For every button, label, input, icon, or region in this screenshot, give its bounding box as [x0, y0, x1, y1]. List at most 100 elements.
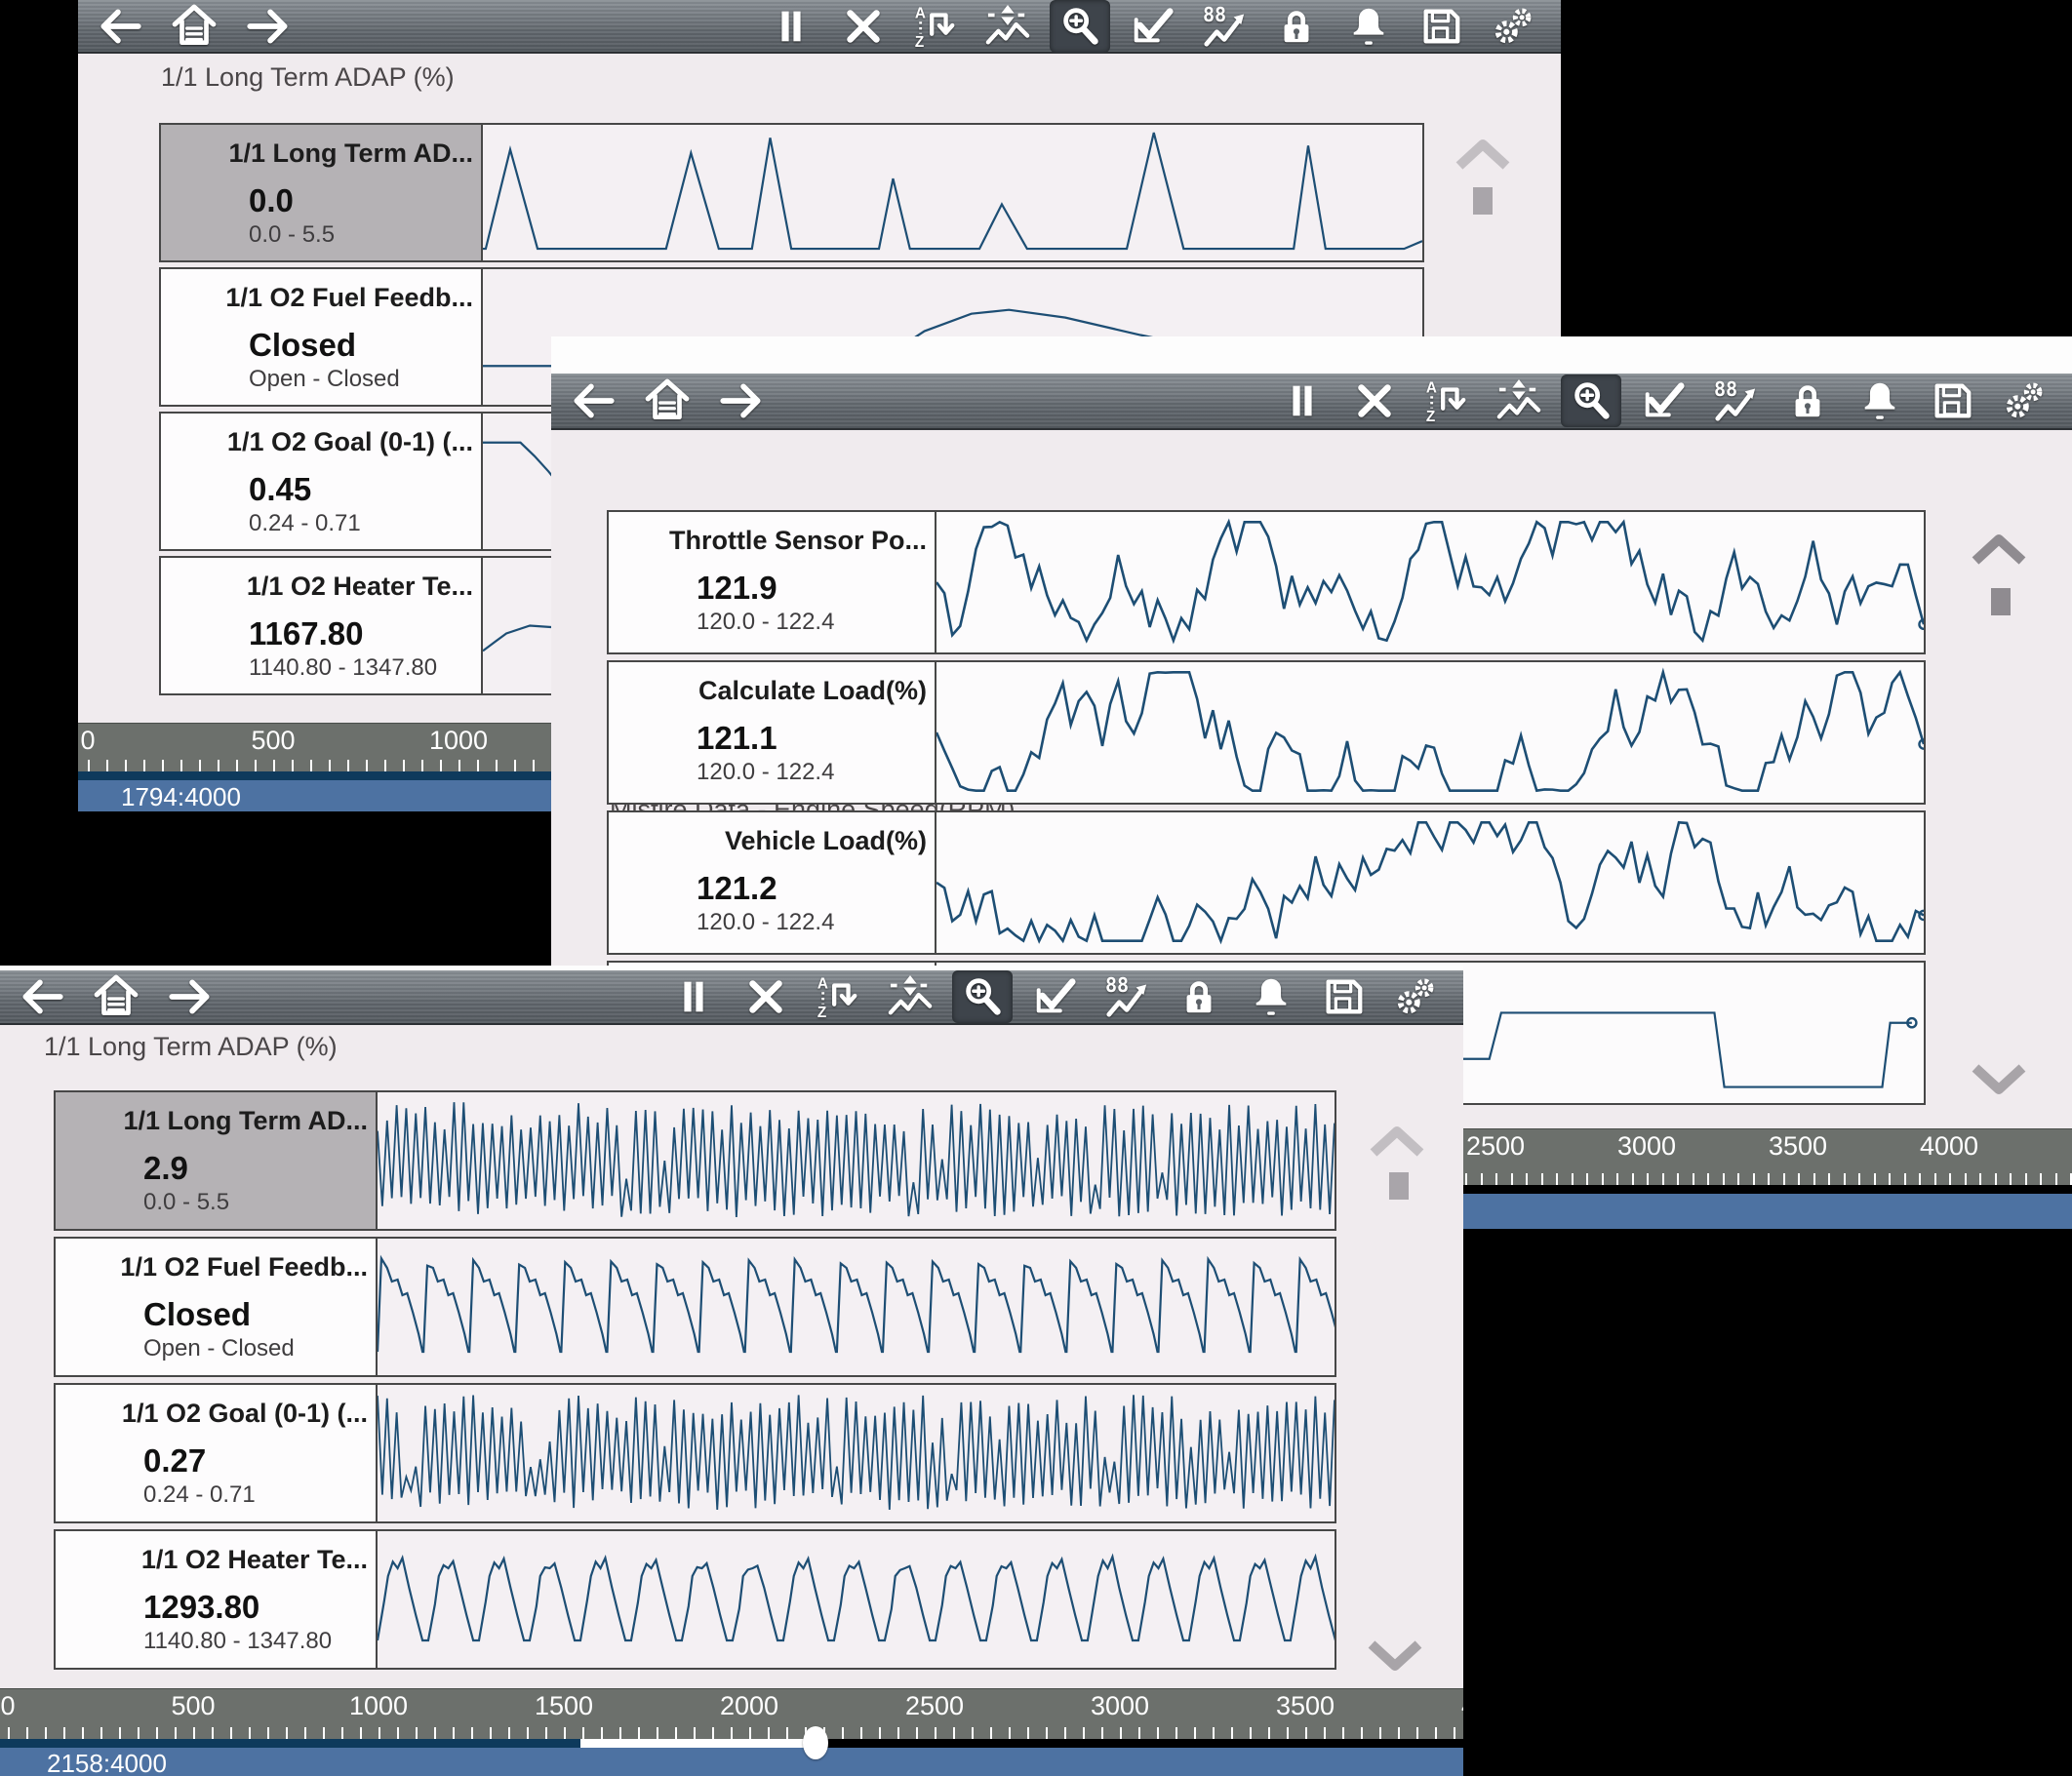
forward-icon[interactable]: [162, 972, 219, 1021]
track-played-segment: [0, 1739, 580, 1748]
parameter-value: 1293.80: [143, 1589, 368, 1626]
parameter-label: 1/1 Long Term AD...: [69, 1106, 368, 1136]
window-long-term-adap-bottom: AZ 88 1/1 Long Term ADAP (%) 1/1 Long Ter…: [0, 966, 1463, 1776]
parameter-label: 1/1 O2 Goal (0-1) (...: [69, 1399, 368, 1429]
parameter-tile[interactable]: 1/1 O2 Heater Te...1167.801140.80 - 1347…: [161, 558, 483, 693]
alerts-icon[interactable]: [1346, 4, 1391, 49]
parameter-row[interactable]: Calculate Load(%)121.1120.0 - 122.4: [607, 660, 1926, 805]
ruler-label: 3000: [1091, 1691, 1149, 1721]
parameter-tile[interactable]: 1/1 O2 Goal (0-1) (...0.450.24 - 0.71: [161, 414, 483, 549]
save-icon[interactable]: [1321, 974, 1366, 1019]
alerts-icon[interactable]: [1857, 378, 1902, 423]
parameter-row[interactable]: 1/1 O2 Goal (0-1) (...0.270.24 - 0.71: [54, 1383, 1336, 1523]
parameter-tile[interactable]: 1/1 O2 Heater Te...1293.801140.80 - 1347…: [56, 1531, 378, 1668]
parameter-range: 0.0 - 5.5: [143, 1189, 368, 1216]
sort-az-icon[interactable]: AZ: [816, 974, 860, 1019]
home-icon[interactable]: [639, 376, 696, 425]
parameter-value: 0.45: [249, 471, 473, 508]
zoom-icon[interactable]: [960, 974, 1005, 1019]
parameter-row[interactable]: 1/1 Long Term AD...0.00.0 - 5.5: [159, 123, 1424, 262]
parameter-tile[interactable]: Vehicle Load(%)121.2120.0 - 122.4: [609, 812, 936, 953]
parameter-row[interactable]: Vehicle Load(%)121.2120.0 - 122.4: [607, 810, 1926, 955]
confirm-icon[interactable]: [1641, 378, 1686, 423]
zoom-icon[interactable]: [1057, 4, 1102, 49]
parameter-tile[interactable]: 1/1 O2 Goal (0-1) (...0.270.24 - 0.71: [56, 1385, 378, 1521]
timeline-track[interactable]: [0, 1739, 1463, 1748]
settings-icon[interactable]: [1393, 974, 1438, 1019]
back-icon[interactable]: [92, 2, 148, 51]
parameter-row[interactable]: 1/1 Long Term AD... 2.90.0 - 5.5: [54, 1090, 1336, 1231]
parameter-label: 1/1 Long Term AD...: [175, 138, 473, 169]
save-icon[interactable]: [1418, 4, 1463, 49]
pause-icon[interactable]: [769, 4, 814, 49]
parameter-tile[interactable]: 1/1 Long Term AD... 2.90.0 - 5.5: [56, 1092, 378, 1229]
ruler-label: 3500: [1276, 1691, 1335, 1721]
svg-text:Z: Z: [1426, 409, 1435, 423]
close-icon[interactable]: [1352, 378, 1397, 423]
parameter-row[interactable]: Throttle Sensor Po...121.9120.0 - 122.4: [607, 510, 1926, 654]
parameter-range: 1140.80 - 1347.80: [249, 654, 473, 682]
scroll-up-icon[interactable]: [1452, 137, 1514, 174]
forward-icon[interactable]: [240, 2, 297, 51]
parameter-value: 1167.80: [249, 615, 473, 652]
parameter-tile[interactable]: 1/1 Long Term AD...0.00.0 - 5.5: [161, 125, 483, 260]
ruler-label: 2500: [905, 1691, 964, 1721]
back-icon[interactable]: [565, 376, 621, 425]
pause-icon[interactable]: [1280, 378, 1325, 423]
sort-az-icon[interactable]: AZ: [1424, 378, 1469, 423]
ruler-label: 3000: [1617, 1131, 1676, 1162]
parameter-tile[interactable]: Calculate Load(%)121.1120.0 - 122.4: [609, 662, 936, 803]
parameter-row[interactable]: 1/1 O2 Fuel Feedb...ClosedOpen - Closed: [54, 1237, 1336, 1377]
confirm-icon[interactable]: [1032, 974, 1077, 1019]
settings-icon[interactable]: [2002, 378, 2047, 423]
parameter-graph: [378, 1239, 1335, 1375]
scroll-up-icon[interactable]: [1366, 1124, 1428, 1161]
home-icon[interactable]: [166, 2, 222, 51]
page-title: 1/1 Long Term ADAP (%): [44, 1032, 338, 1062]
svg-text:88: 88: [1203, 4, 1226, 26]
scroll-down-icon[interactable]: [1968, 1060, 2030, 1097]
home-icon[interactable]: [88, 972, 144, 1021]
graph-scale-icon[interactable]: [1496, 378, 1541, 423]
scroll-up-icon[interactable]: [1968, 532, 2030, 569]
close-icon[interactable]: [743, 974, 788, 1019]
graph-scale-icon[interactable]: [985, 4, 1030, 49]
timeline-knob[interactable]: [803, 1726, 828, 1759]
save-icon[interactable]: [1930, 378, 1974, 423]
scroll-position-label: 2158:4000: [47, 1749, 167, 1776]
lock-icon[interactable]: [1785, 378, 1830, 423]
back-icon[interactable]: [14, 972, 70, 1021]
confirm-icon[interactable]: [1130, 4, 1175, 49]
digital-list-icon[interactable]: 88: [1713, 378, 1758, 423]
parameter-value: 0.0: [249, 182, 473, 219]
digital-list-icon[interactable]: 88: [1104, 974, 1149, 1019]
pause-icon[interactable]: [671, 974, 716, 1019]
lock-icon[interactable]: [1274, 4, 1319, 49]
parameter-row[interactable]: 1/1 O2 Heater Te...1293.801140.80 - 1347…: [54, 1529, 1336, 1670]
lock-icon[interactable]: [1176, 974, 1221, 1019]
parameter-value: 2.9: [143, 1150, 368, 1187]
scroll-indicator: [1991, 588, 2011, 615]
parameter-tile[interactable]: 1/1 O2 Fuel Feedb...ClosedOpen - Closed: [56, 1239, 378, 1375]
parameter-tile[interactable]: 1/1 O2 Fuel Feedb...ClosedOpen - Closed: [161, 269, 483, 405]
forward-icon[interactable]: [713, 376, 770, 425]
timeline-scrollbar[interactable]: 2158:4000: [0, 1748, 1463, 1776]
alerts-icon[interactable]: [1249, 974, 1294, 1019]
ruler-label: 0: [0, 1691, 15, 1721]
parameter-graph: [936, 662, 1924, 803]
parameter-range: 1140.80 - 1347.80: [143, 1628, 368, 1655]
parameter-graph: [936, 512, 1924, 652]
parameter-value: Closed: [143, 1296, 368, 1333]
parameter-tile[interactable]: Throttle Sensor Po...121.9120.0 - 122.4: [609, 512, 936, 652]
toolbar: AZ 88: [551, 374, 2072, 430]
digital-list-icon[interactable]: 88: [1202, 4, 1247, 49]
sort-az-icon[interactable]: AZ: [913, 4, 958, 49]
parameter-label: 1/1 O2 Fuel Feedb...: [69, 1252, 368, 1283]
graph-scale-icon[interactable]: [888, 974, 933, 1019]
scroll-down-icon[interactable]: [1364, 1637, 1426, 1674]
close-icon[interactable]: [841, 4, 886, 49]
zoom-icon[interactable]: [1569, 378, 1614, 423]
parameter-graph: [378, 1092, 1335, 1229]
settings-icon[interactable]: [1491, 4, 1535, 49]
scroll-indicator: [1389, 1172, 1409, 1200]
